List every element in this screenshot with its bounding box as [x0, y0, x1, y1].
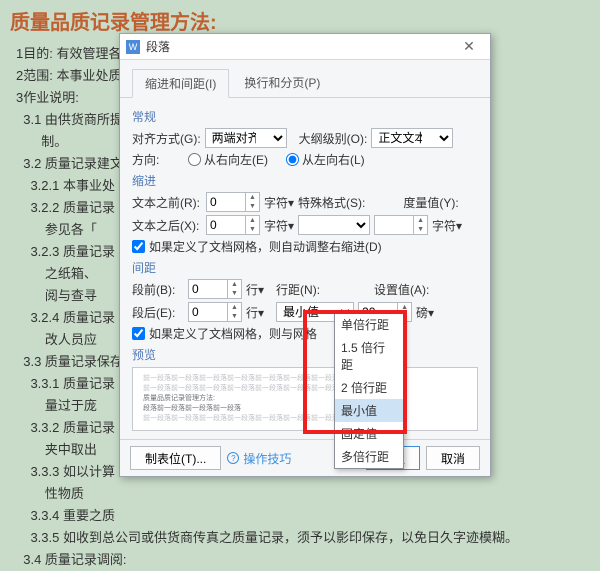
special-select[interactable]: [298, 215, 370, 235]
spinner-up-icon[interactable]: ▲: [246, 193, 259, 202]
after-text-unit: 字符▾: [264, 217, 294, 234]
before-text-spinner[interactable]: ▲▼: [206, 192, 260, 212]
line-spacing-dropdown[interactable]: 单倍行距1.5 倍行距2 倍行距最小值固定值多倍行距: [334, 312, 404, 469]
auto-indent-label: 如果定义了文档网格，则自动调整右缩进(D): [149, 238, 382, 255]
after-para-unit: 行▾: [246, 304, 264, 321]
spinner-up-icon[interactable]: ▲: [228, 303, 241, 312]
before-para-unit: 行▾: [246, 281, 264, 298]
tab-bar: 缩进和间距(I) 换行和分页(P): [120, 60, 490, 98]
dialog-title: 段落: [146, 38, 454, 55]
before-para-spinner[interactable]: ▲▼: [188, 279, 242, 299]
tab-line-break[interactable]: 换行和分页(P): [231, 68, 333, 97]
tips-label: 操作技巧: [243, 450, 291, 467]
spinner-down-icon[interactable]: ▼: [228, 289, 241, 298]
preview-faint-line: 前一段落前一段落前一段落前一段落前一段落前一段落前一段落前一段落前一段落: [143, 414, 467, 424]
line-spacing-label: 行距(N):: [276, 281, 320, 298]
after-para-spinner[interactable]: ▲▼: [188, 302, 242, 322]
dropdown-item[interactable]: 2 倍行距: [335, 376, 403, 399]
direction-ltr[interactable]: 从左向右(L): [286, 151, 365, 168]
before-text-label: 文本之前(R):: [132, 194, 202, 211]
section-general: 常规: [132, 108, 478, 125]
document-line: 3.3.4 重要之质: [16, 505, 590, 527]
alignment-select[interactable]: 两端对齐: [205, 128, 287, 148]
alignment-label: 对齐方式(G):: [132, 130, 201, 147]
set-value-label: 设置值(A):: [374, 281, 429, 298]
tip-icon: ?: [227, 452, 239, 464]
special-label: 特殊格式(S):: [298, 194, 365, 211]
paragraph-dialog: W 段落 ✕ 缩进和间距(I) 换行和分页(P) 常规 对齐方式(G): 两端对…: [119, 33, 491, 477]
spinner-up-icon[interactable]: ▲: [246, 216, 259, 225]
direction-rtl[interactable]: 从右向左(E): [188, 151, 268, 168]
section-indent: 缩进: [132, 172, 478, 189]
spinner-up-icon[interactable]: ▲: [398, 303, 411, 312]
cancel-button[interactable]: 取消: [426, 446, 480, 470]
after-text-label: 文本之后(X):: [132, 217, 202, 234]
metric-unit: 字符▾: [432, 217, 462, 234]
document-line: 性物质: [16, 483, 590, 505]
tab-indent-spacing[interactable]: 缩进和间距(I): [132, 69, 229, 98]
set-value-unit: 磅▾: [416, 304, 434, 321]
outline-select[interactable]: 正文文本: [371, 128, 453, 148]
spinner-down-icon[interactable]: ▼: [246, 225, 259, 234]
preview-sample-line: 段落前一段落前一段落前一段落: [143, 404, 467, 414]
spinner-up-icon[interactable]: ▲: [414, 216, 427, 225]
tips-link[interactable]: ? 操作技巧: [227, 450, 291, 467]
document-line: 3.4 质量记录调阅:: [16, 549, 590, 571]
direction-rtl-label: 从右向左(E): [204, 151, 268, 168]
dropdown-item[interactable]: 固定值: [335, 422, 403, 445]
before-text-unit: 字符▾: [264, 194, 294, 211]
before-para-label: 段前(B):: [132, 281, 184, 298]
spinner-down-icon[interactable]: ▼: [414, 225, 427, 234]
dropdown-item[interactable]: 最小值: [335, 399, 403, 422]
spinner-down-icon[interactable]: ▼: [228, 312, 241, 321]
document-line: 3.3.5 如收到总公司或供货商传真之质量记录，须予以影印保存，以免日久字迹模糊…: [16, 527, 590, 549]
tabstops-button[interactable]: 制表位(T)...: [130, 446, 221, 470]
section-preview: 预览: [132, 346, 478, 363]
close-icon[interactable]: ✕: [454, 34, 484, 59]
dropdown-item[interactable]: 多倍行距: [335, 445, 403, 468]
preview-box: 前一段落前一段落前一段落前一段落前一段落前一段落前一段落前一段落前一段落 前一段…: [132, 367, 478, 431]
dropdown-item[interactable]: 1.5 倍行距: [335, 336, 403, 376]
outline-label: 大纲级别(O):: [299, 130, 368, 147]
section-spacing: 间距: [132, 259, 478, 276]
auto-indent-checkbox[interactable]: 如果定义了文档网格，则自动调整右缩进(D): [132, 238, 382, 255]
preview-sample-line: 质量品质记录管理方法:: [143, 394, 467, 404]
document-title: 质量品质记录管理方法:: [10, 6, 590, 35]
spinner-down-icon[interactable]: ▼: [246, 202, 259, 211]
preview-faint-line: 前一段落前一段落前一段落前一段落前一段落前一段落前一段落前一段落前一段落: [143, 384, 467, 394]
spinner-up-icon[interactable]: ▲: [228, 280, 241, 289]
dropdown-item[interactable]: 单倍行距: [335, 313, 403, 336]
grid-checkbox[interactable]: 如果定义了文档网格，则与网格: [132, 325, 317, 342]
after-text-spinner[interactable]: ▲▼: [206, 215, 260, 235]
metric-spinner[interactable]: ▲▼: [374, 215, 428, 235]
metric-label: 度量值(Y):: [403, 194, 458, 211]
app-icon: W: [126, 40, 140, 54]
after-para-label: 段后(E):: [132, 304, 184, 321]
direction-ltr-label: 从左向右(L): [302, 151, 365, 168]
preview-faint-line: 前一段落前一段落前一段落前一段落前一段落前一段落前一段落前一段落前一段落: [143, 374, 467, 384]
grid-checkbox-label: 如果定义了文档网格，则与网格: [149, 325, 317, 342]
titlebar[interactable]: W 段落 ✕: [120, 34, 490, 60]
direction-label: 方向:: [132, 151, 184, 168]
